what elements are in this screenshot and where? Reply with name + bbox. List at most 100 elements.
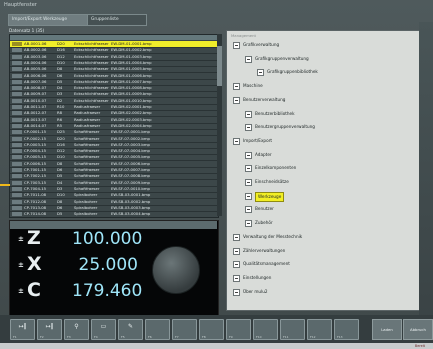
row-id: CP-7011-08 xyxy=(24,192,47,198)
row-id: AB-0012-07 xyxy=(24,110,47,116)
list-caption: Datensatz 1 (35) xyxy=(9,28,45,33)
collapse-toggle-icon[interactable] xyxy=(233,137,240,145)
collapse-toggle-icon[interactable] xyxy=(245,110,252,118)
tree-node-label: Verwaltung der Messtechnik xyxy=(243,233,303,239)
status-text: Bereit xyxy=(414,344,425,348)
collapse-toggle-icon[interactable] xyxy=(245,124,252,132)
row-size: D3 xyxy=(57,91,63,97)
softkey-button[interactable]: F8 xyxy=(199,319,224,340)
right-side-strip xyxy=(419,22,433,322)
row-file: EW-SF-07-0010.bmp xyxy=(111,185,150,191)
collapse-toggle-icon[interactable] xyxy=(233,42,240,49)
row-file: EW-SF-07-0004.bmp xyxy=(111,148,150,154)
row-name: Spiralbohrer xyxy=(74,211,98,217)
row-size: R8 xyxy=(57,110,63,116)
softkey-icon xyxy=(310,322,329,332)
softkey-button[interactable]: F7 xyxy=(172,319,197,340)
softkey-button[interactable]: ▭ F4 xyxy=(91,319,116,340)
softkey-button[interactable]: F13 xyxy=(334,319,359,340)
row-id: AB-0014-07 xyxy=(24,122,47,128)
collapse-toggle-icon[interactable] xyxy=(233,274,240,282)
tree-node-label: Zählerverwaltungen xyxy=(243,247,286,253)
axis-z-label: Z xyxy=(27,227,41,249)
tool-list[interactable]: AB-0001-06 Eckschlichtfraeser EW-DM-01-000… xyxy=(9,34,219,218)
row-name: Eckschlichtfraeser xyxy=(74,97,109,103)
row-id: CP-0003-15 xyxy=(24,141,47,147)
row-name: Schaftfraeser xyxy=(74,179,100,185)
collapse-toggle-icon[interactable] xyxy=(233,261,240,269)
collapse-toggle-icon[interactable] xyxy=(245,220,252,228)
collapse-toggle-icon[interactable] xyxy=(245,206,252,214)
row-thumbnail-icon xyxy=(12,123,22,128)
row-size: D12 xyxy=(57,148,65,154)
softkey-button[interactable]: F12 xyxy=(307,319,332,340)
row-name: Schaftfraeser xyxy=(74,154,100,160)
main-window: Hauptfenster Import/Export Werkzeuge Gru… xyxy=(0,0,433,349)
row-file: EW-DM-01-0010.bmp xyxy=(111,97,152,103)
softkey-icon: ↦‖ xyxy=(18,323,27,330)
collapse-toggle-icon[interactable] xyxy=(245,165,252,173)
row-name: Radiusfraeser xyxy=(74,110,101,116)
row-size: D16 xyxy=(57,47,65,53)
softkey-button[interactable]: F11 xyxy=(280,319,305,340)
collapse-toggle-icon[interactable] xyxy=(245,192,252,200)
tab-import-export-werkzeuge[interactable]: Import/Export Werkzeuge xyxy=(8,14,91,26)
list-item[interactable]: CP-7014-08 Spiralbohrer EW-SB-03-0004.bmp D… xyxy=(10,211,218,217)
axis-c-value: 179.460 xyxy=(72,281,143,301)
row-id: AB-0004-06 xyxy=(24,59,47,65)
softkey-button[interactable]: ⚲ F3 xyxy=(64,319,89,340)
abort-button[interactable]: Abbruch xyxy=(403,319,433,340)
list-scrollbar[interactable] xyxy=(217,34,222,216)
collapse-toggle-icon[interactable] xyxy=(233,288,240,296)
collapse-toggle-icon[interactable] xyxy=(233,233,240,241)
window-title: Hauptfenster xyxy=(4,2,37,8)
row-size: D20 xyxy=(57,135,65,141)
side-marker xyxy=(0,184,10,186)
axis-z-icon: ± xyxy=(18,235,24,243)
management-tree[interactable]: Management Grafikverwaltung Grafikgruppen… xyxy=(226,30,421,311)
axis-z-value: 100.000 xyxy=(72,229,143,249)
row-file: EW-DM-01-0007.bmp xyxy=(111,78,152,84)
softkey-number: F9 xyxy=(229,335,233,339)
load-button[interactable]: Laden xyxy=(372,319,402,340)
collapse-toggle-icon[interactable] xyxy=(233,96,240,104)
softkey-number: F7 xyxy=(175,335,179,339)
row-id: AB-0010-07 xyxy=(24,97,47,103)
collapse-toggle-icon[interactable] xyxy=(257,69,264,77)
tree-node-label: Import/Export xyxy=(243,137,273,143)
softkey-button[interactable]: F9 xyxy=(226,319,251,340)
tree-node-label: Zubehör xyxy=(255,220,273,226)
softkey-bar: ↦‖ F1 ↦‖ F2 ⚲ F3 ▭ F4 ✎ F5 F6 F7 F8 F9 F10 F11 F12 F13 Lad… xyxy=(0,315,433,343)
row-id: CP-0006-15 xyxy=(24,160,47,166)
collapse-toggle-icon[interactable] xyxy=(233,247,240,255)
row-size: D4 xyxy=(57,179,63,185)
scrollbar-thumb[interactable] xyxy=(217,46,222,86)
row-file: EW-SF-07-0007.bmp xyxy=(111,167,150,172)
row-size: D6 xyxy=(57,204,63,210)
tab-gruppenliste[interactable]: Gruppenliste xyxy=(87,14,147,26)
row-name: Eckschlichtfraeser xyxy=(74,41,109,46)
collapse-toggle-icon[interactable] xyxy=(245,55,252,63)
row-name: Spiralbohrer xyxy=(74,204,98,210)
softkey-button[interactable]: F6 xyxy=(145,319,170,340)
rotary-knob[interactable] xyxy=(152,246,200,294)
softkey-button[interactable]: ↦‖ F2 xyxy=(37,319,62,340)
softkey-icon xyxy=(148,322,167,332)
row-name: Eckschlichtfraeser xyxy=(74,85,109,91)
tree-node-label: Über mulu2 xyxy=(243,288,268,294)
collapse-toggle-icon[interactable] xyxy=(245,179,252,186)
row-id: AB-0008-07 xyxy=(24,85,47,91)
softkey-button[interactable]: ↦‖ F1 xyxy=(10,319,35,340)
softkey-number: F2 xyxy=(40,335,44,339)
row-file: EW-SB-03-0002.bmp xyxy=(111,198,151,204)
collapse-toggle-icon[interactable] xyxy=(245,151,252,159)
tree-node-label: Grafikverwaltung xyxy=(243,42,280,47)
row-thumbnail-icon xyxy=(12,136,22,141)
row-file: EW-DM-01-0006.bmp xyxy=(111,72,152,78)
collapse-toggle-icon[interactable] xyxy=(233,83,240,91)
tree-node-label: Benutzerverwaltung xyxy=(243,96,286,102)
row-id: AB-0009-07 xyxy=(24,91,47,97)
softkey-button[interactable]: ✎ F5 xyxy=(118,319,143,340)
row-size: D16 xyxy=(57,141,65,147)
softkey-button[interactable]: F10 xyxy=(253,319,278,340)
